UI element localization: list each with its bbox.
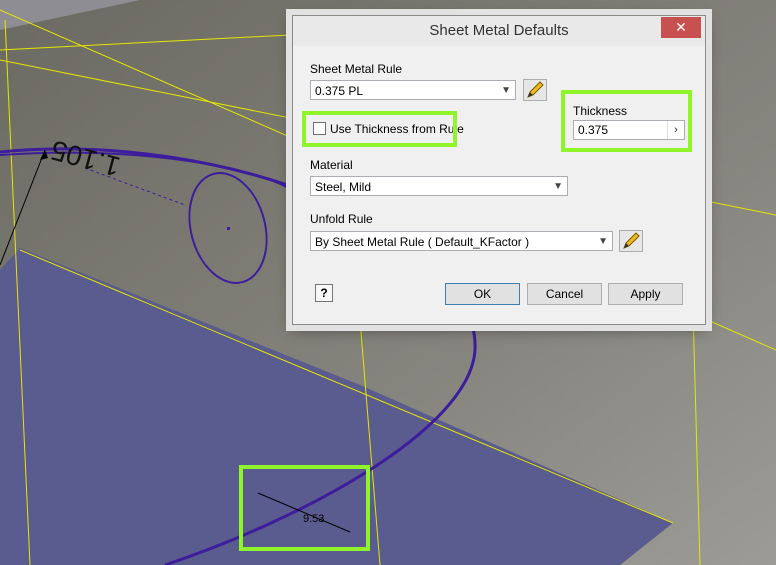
unfold-rule-select[interactable]: By Sheet Metal Rule ( Default_KFactor ) … [310, 231, 613, 251]
pencil-icon [527, 81, 544, 98]
highlight-dimension [239, 465, 370, 551]
sheet-metal-rule-value: 0.375 PL [315, 84, 364, 98]
chevron-down-icon: ▼ [598, 236, 608, 247]
dialog-body: Sheet Metal Rule 0.375 PL ▼ Use Thicknes… [299, 46, 699, 318]
chevron-down-icon: ▼ [501, 85, 511, 96]
material-select[interactable]: Steel, Mild ▼ [310, 176, 568, 196]
highlight-thickness [561, 90, 692, 152]
dialog-title: Sheet Metal Defaults [429, 22, 569, 39]
sheet-metal-rule-label: Sheet Metal Rule [310, 62, 403, 76]
close-button[interactable]: ✕ [661, 17, 701, 38]
cancel-button[interactable]: Cancel [527, 283, 602, 305]
material-value: Steel, Mild [315, 180, 372, 194]
material-label: Material [310, 158, 353, 172]
edit-rule-button[interactable] [523, 79, 547, 101]
apply-button[interactable]: Apply [608, 283, 683, 305]
sheet-metal-defaults-dialog: Sheet Metal Defaults ✕ Sheet Metal Rule … [292, 15, 706, 325]
sheet-metal-rule-select[interactable]: 0.375 PL ▼ [310, 80, 516, 100]
edit-unfold-rule-button[interactable] [619, 230, 643, 252]
unfold-rule-label: Unfold Rule [310, 212, 373, 226]
close-x-icon: ✕ [675, 19, 687, 35]
title-bar[interactable]: Sheet Metal Defaults ✕ [293, 16, 705, 46]
unfold-rule-value: By Sheet Metal Rule ( Default_KFactor ) [315, 235, 530, 249]
help-icon: ? [320, 286, 328, 300]
pencil-icon [623, 232, 640, 249]
highlight-use-thickness [302, 111, 457, 147]
center-point [227, 227, 230, 230]
help-button[interactable]: ? [315, 284, 333, 302]
ok-button[interactable]: OK [445, 283, 520, 305]
chevron-down-icon: ▼ [553, 181, 563, 192]
